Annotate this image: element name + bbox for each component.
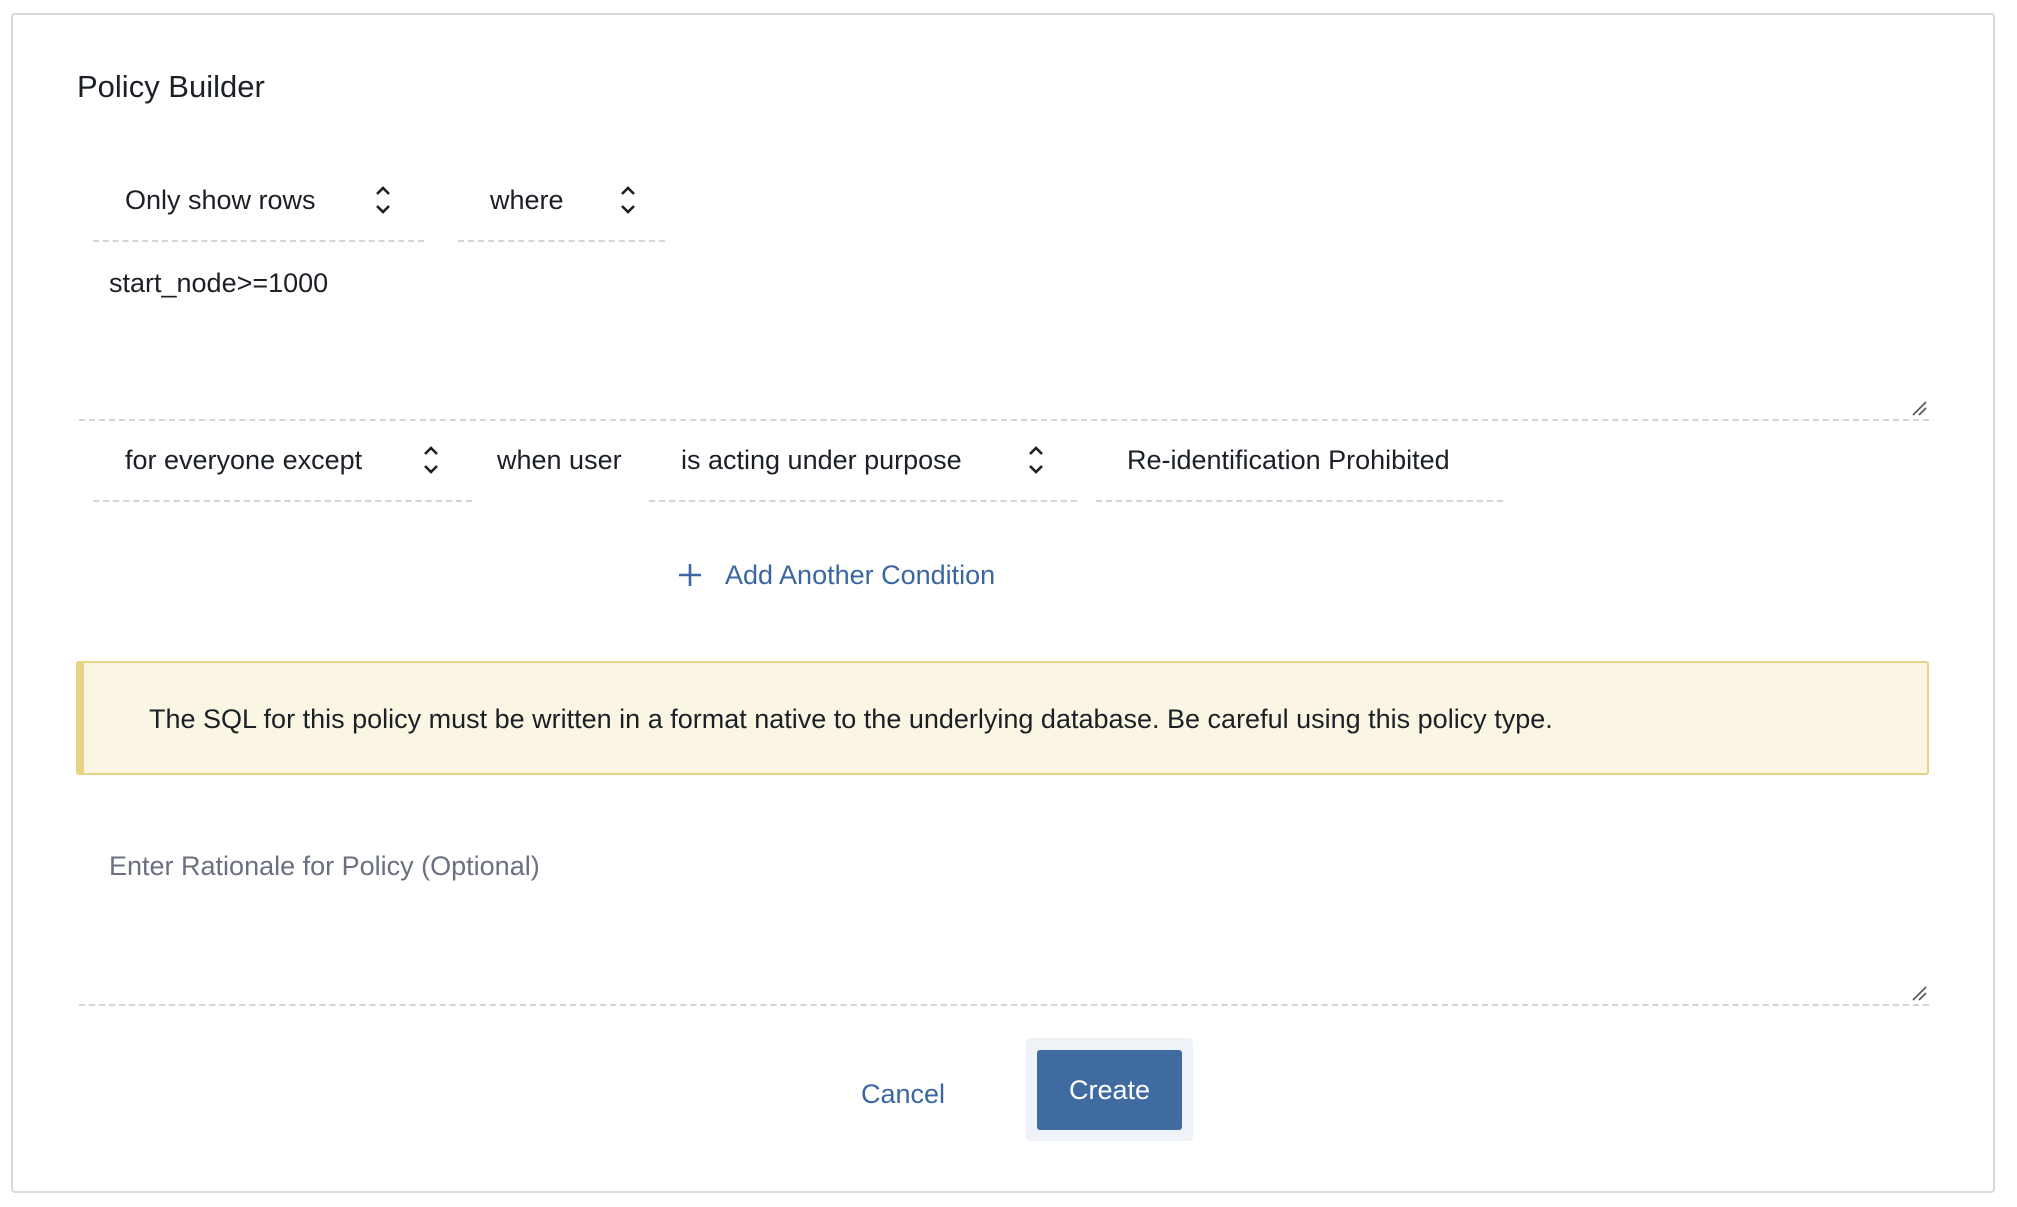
warning-text: The SQL for this policy must be written … bbox=[149, 704, 1553, 734]
chevron-up-down-icon bbox=[618, 182, 638, 218]
scope-select[interactable]: for everyone except bbox=[93, 422, 472, 502]
operator-select[interactable]: is acting under purpose bbox=[649, 422, 1077, 502]
cancel-button[interactable]: Cancel bbox=[850, 1074, 956, 1114]
create-button[interactable]: Create bbox=[1037, 1050, 1182, 1130]
add-condition-button[interactable]: Add Another Condition bbox=[677, 555, 995, 595]
action-select-value: Only show rows bbox=[125, 185, 316, 215]
sql-textarea[interactable]: start_node>=1000 bbox=[79, 255, 1929, 421]
rationale-textarea[interactable]: Enter Rationale for Policy (Optional) bbox=[79, 840, 1929, 1006]
chevron-up-down-icon bbox=[373, 182, 393, 218]
add-condition-label: Add Another Condition bbox=[725, 560, 996, 590]
condition-select[interactable]: where bbox=[458, 162, 665, 242]
page-title: Policy Builder bbox=[77, 69, 265, 104]
operator-select-value: is acting under purpose bbox=[681, 445, 962, 475]
purpose-input-value: Re-identification Prohibited bbox=[1127, 445, 1450, 475]
purpose-input[interactable]: Re-identification Prohibited bbox=[1096, 422, 1503, 502]
resize-handle-icon[interactable] bbox=[1911, 400, 1927, 416]
scope-select-value: for everyone except bbox=[125, 445, 363, 475]
chevron-up-down-icon bbox=[1026, 442, 1046, 478]
warning-banner: The SQL for this policy must be written … bbox=[76, 661, 1929, 775]
when-user-label: when user bbox=[497, 445, 622, 475]
condition-select-value: where bbox=[490, 185, 564, 215]
rationale-placeholder: Enter Rationale for Policy (Optional) bbox=[109, 851, 540, 881]
chevron-up-down-icon bbox=[421, 442, 441, 478]
sql-textarea-value: start_node>=1000 bbox=[109, 268, 329, 298]
resize-handle-icon[interactable] bbox=[1911, 985, 1927, 1001]
action-select[interactable]: Only show rows bbox=[93, 162, 424, 242]
plus-icon bbox=[677, 562, 703, 588]
